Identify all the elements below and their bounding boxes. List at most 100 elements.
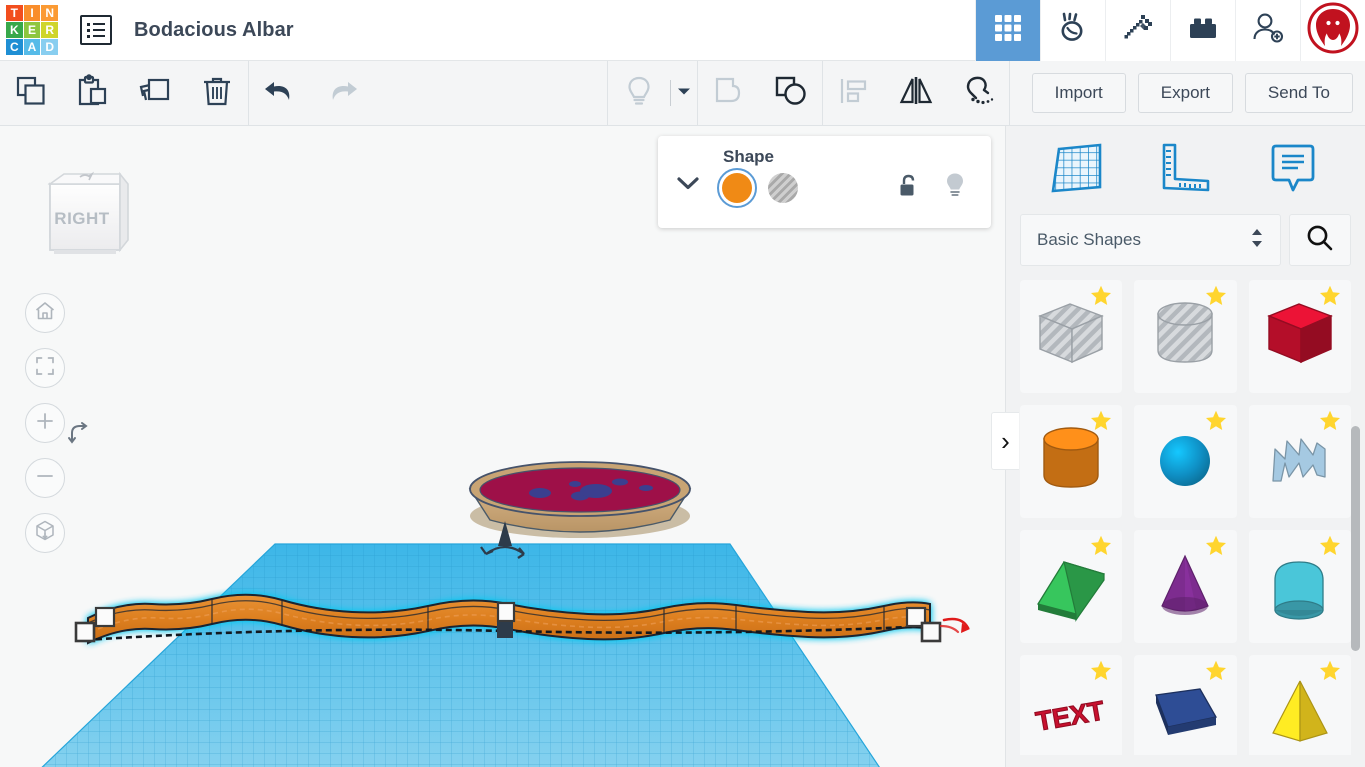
workplane-light-button[interactable] bbox=[608, 61, 670, 126]
shape-library-grid[interactable]: TEXT bbox=[1006, 280, 1365, 755]
user-avatar-button[interactable] bbox=[1300, 0, 1365, 61]
ruler-tool-button[interactable] bbox=[1154, 137, 1216, 204]
shape-polygon[interactable] bbox=[1134, 655, 1237, 755]
delete-button[interactable] bbox=[186, 61, 248, 126]
redo-button[interactable] bbox=[311, 61, 373, 126]
star-icon[interactable] bbox=[1204, 284, 1228, 313]
group-button[interactable] bbox=[698, 61, 760, 126]
perspective-toggle-button[interactable] bbox=[25, 513, 65, 553]
export-button[interactable]: Export bbox=[1137, 73, 1233, 113]
undo-button[interactable] bbox=[249, 61, 311, 126]
star-icon[interactable] bbox=[1204, 409, 1228, 438]
solid-color-swatch[interactable] bbox=[717, 168, 757, 208]
home-view-button[interactable] bbox=[25, 293, 65, 333]
collapse-right-panel-button[interactable]: › bbox=[991, 412, 1019, 470]
app-header: TIN KER CAD Bodacious Albar bbox=[0, 0, 1365, 61]
arrange-tool-group bbox=[823, 61, 1009, 126]
star-icon[interactable] bbox=[1318, 409, 1342, 438]
mirror-button[interactable] bbox=[885, 61, 947, 126]
logo-cell-k: K bbox=[6, 22, 23, 38]
shape-round-roof[interactable] bbox=[1248, 530, 1351, 643]
nav-3d-designs-button[interactable] bbox=[975, 0, 1040, 61]
shape-box-hole[interactable] bbox=[1020, 280, 1123, 393]
shape-cone[interactable] bbox=[1134, 530, 1237, 643]
nav-minecraft-button[interactable] bbox=[1105, 0, 1170, 61]
shape-pyramid[interactable] bbox=[1248, 655, 1351, 755]
highlight-bulb-button[interactable] bbox=[943, 171, 967, 204]
shape-text[interactable]: TEXT bbox=[1020, 655, 1123, 755]
import-button[interactable]: Import bbox=[1031, 73, 1126, 113]
shape-roof[interactable] bbox=[1020, 530, 1123, 643]
invite-user-button[interactable] bbox=[1235, 0, 1300, 61]
star-icon[interactable] bbox=[1089, 534, 1113, 563]
logo-cell-a: A bbox=[23, 39, 41, 55]
star-icon[interactable] bbox=[1204, 659, 1228, 688]
note-icon bbox=[1262, 144, 1324, 203]
view-cube[interactable]: RIGHT bbox=[32, 162, 132, 262]
logo-cell-r: R bbox=[41, 22, 58, 38]
workplane[interactable] bbox=[10, 543, 900, 767]
shape-sphere[interactable] bbox=[1134, 405, 1237, 518]
shape-category-select[interactable]: Basic Shapes bbox=[1020, 214, 1281, 266]
viewport-nav-controls bbox=[25, 293, 65, 568]
shape-scribble[interactable] bbox=[1248, 405, 1351, 518]
star-icon[interactable] bbox=[1089, 284, 1113, 313]
align-button[interactable] bbox=[823, 61, 885, 126]
nav-blocks-button[interactable] bbox=[1170, 0, 1235, 61]
tinkercad-logo[interactable]: TIN KER CAD bbox=[6, 5, 58, 55]
minecraft-pickaxe-icon bbox=[1121, 11, 1155, 50]
shape-box[interactable] bbox=[1248, 280, 1351, 393]
paste-button[interactable] bbox=[62, 61, 124, 126]
light-bulb-icon bbox=[623, 74, 655, 113]
copy-icon bbox=[14, 74, 48, 113]
shape-cylinder-hole[interactable] bbox=[1134, 280, 1237, 393]
shape-search-button[interactable] bbox=[1289, 214, 1351, 266]
note-tool-button[interactable] bbox=[1262, 137, 1324, 204]
design-list-icon[interactable] bbox=[80, 15, 112, 45]
add-user-icon bbox=[1250, 11, 1286, 50]
fit-to-view-button[interactable] bbox=[25, 348, 65, 388]
copy-button[interactable] bbox=[0, 61, 62, 126]
shape-category-value: Basic Shapes bbox=[1037, 230, 1141, 249]
workplane-tool-button[interactable] bbox=[1047, 137, 1109, 204]
star-icon[interactable] bbox=[1318, 659, 1342, 688]
trash-icon bbox=[200, 74, 234, 113]
duplicate-button[interactable] bbox=[124, 61, 186, 126]
zoom-out-button[interactable] bbox=[25, 458, 65, 498]
group-icon bbox=[711, 74, 747, 113]
stepper-icon bbox=[1250, 227, 1264, 254]
shape-cylinder[interactable] bbox=[1020, 405, 1123, 518]
send-to-button[interactable]: Send To bbox=[1244, 73, 1353, 113]
snap-magnet-button[interactable] bbox=[947, 61, 1009, 126]
action-button-group: Import Export Send To bbox=[1010, 61, 1365, 126]
ungroup-button[interactable] bbox=[760, 61, 822, 126]
light-tool-group bbox=[608, 61, 697, 126]
ruler-icon bbox=[1154, 143, 1216, 203]
shape-list-scrollbar[interactable] bbox=[1351, 426, 1360, 651]
codeblocks-icon bbox=[1056, 11, 1090, 50]
header-nav-icons bbox=[975, 0, 1365, 61]
logo-cell-t: T bbox=[6, 5, 23, 21]
clipboard-tool-group bbox=[0, 61, 248, 126]
paste-icon bbox=[76, 73, 110, 113]
nav-codeblocks-button[interactable] bbox=[1040, 0, 1105, 61]
minus-icon bbox=[34, 465, 56, 492]
star-icon[interactable] bbox=[1204, 534, 1228, 563]
star-icon[interactable] bbox=[1089, 659, 1113, 688]
group-tool-group bbox=[698, 61, 822, 126]
star-icon[interactable] bbox=[1089, 409, 1113, 438]
zoom-in-button[interactable] bbox=[25, 403, 65, 443]
magnet-icon bbox=[960, 74, 996, 113]
star-icon[interactable] bbox=[1318, 284, 1342, 313]
search-icon bbox=[1305, 223, 1335, 258]
logo-cell-c: C bbox=[6, 39, 23, 55]
lock-toggle-button[interactable] bbox=[898, 173, 920, 204]
shape-panel-collapse-button[interactable] bbox=[675, 174, 701, 197]
shape-properties-panel: Shape bbox=[658, 136, 991, 228]
rotate-handle-arrow[interactable] bbox=[939, 617, 970, 634]
star-icon[interactable] bbox=[1318, 534, 1342, 563]
3d-designs-icon bbox=[992, 12, 1024, 49]
light-dropdown-caret[interactable] bbox=[671, 61, 697, 126]
hole-swatch[interactable] bbox=[768, 173, 798, 203]
redo-icon bbox=[323, 76, 361, 111]
